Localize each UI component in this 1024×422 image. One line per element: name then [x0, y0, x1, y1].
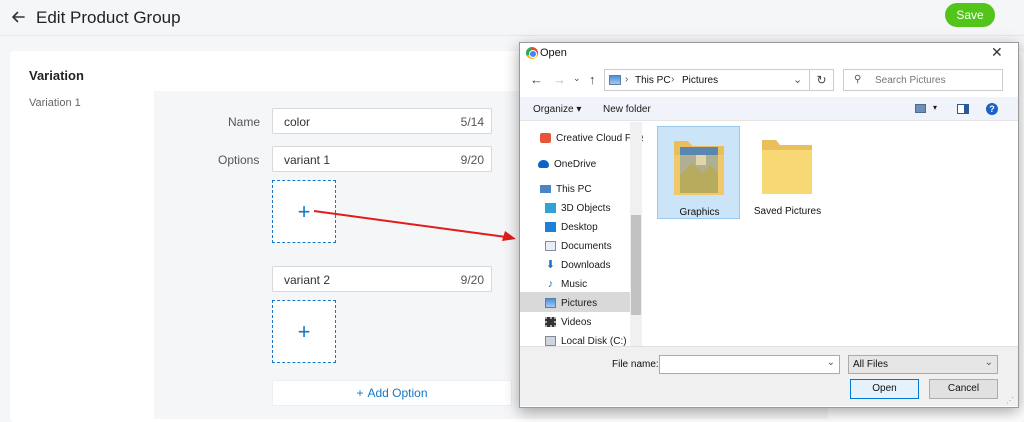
option-field-1[interactable]: variant 1 9/20	[272, 146, 492, 172]
file-type-select[interactable]: All Files ⌄	[848, 355, 998, 374]
nav-item-label: OneDrive	[554, 158, 597, 170]
nav-item-label: This PC	[556, 183, 592, 195]
open-button[interactable]: Open	[850, 379, 919, 399]
chrome-icon	[526, 47, 538, 59]
nav-item-onedrive[interactable]: OneDrive	[538, 156, 596, 172]
file-type-value: All Files	[853, 359, 889, 370]
name-label: Name	[228, 115, 261, 129]
downloads-icon: ⬇	[545, 259, 556, 271]
cancel-button[interactable]: Cancel	[929, 379, 998, 399]
breadcrumb-pictures[interactable]: Pictures	[682, 75, 718, 86]
3d-objects-icon	[545, 203, 556, 213]
close-icon[interactable]: ✕	[991, 44, 1003, 61]
forward-nav-icon[interactable]: →	[553, 72, 566, 87]
file-name-label: File name:	[612, 359, 659, 370]
file-item-graphics[interactable]: Graphics	[657, 126, 740, 219]
option-char-count: 9/20	[460, 153, 484, 167]
option-char-count: 9/20	[460, 273, 484, 287]
folder-icon	[762, 140, 812, 194]
videos-icon	[545, 317, 556, 327]
option-field-2[interactable]: variant 2 9/20	[272, 266, 492, 292]
back-arrow-icon[interactable]	[9, 8, 27, 26]
file-name-input[interactable]: ⌄	[659, 355, 840, 374]
view-options-icon[interactable]	[915, 104, 926, 113]
local-disk-icon	[545, 336, 556, 346]
new-folder-button[interactable]: New folder	[603, 104, 651, 115]
name-char-count: 5/14	[460, 115, 484, 129]
pictures-folder-icon	[609, 75, 621, 85]
page-title: Edit Product Group	[36, 8, 181, 27]
breadcrumb-separator: ›	[671, 74, 675, 85]
search-placeholder: Search Pictures	[875, 75, 946, 86]
nav-item-label: 3D Objects	[561, 202, 611, 214]
resize-grip-icon[interactable]: ⋰	[1006, 396, 1014, 405]
annotation-arrow	[313, 210, 516, 241]
onedrive-icon	[538, 160, 549, 168]
creative-cloud-icon	[540, 133, 551, 143]
add-option-label: Add Option	[367, 386, 428, 400]
nav-item-downloads[interactable]: ⬇ Downloads	[545, 257, 611, 273]
back-nav-icon[interactable]: ←	[530, 72, 543, 87]
breadcrumb-this-pc[interactable]: This PC	[635, 75, 671, 86]
nav-item-label: Pictures	[561, 297, 598, 309]
nav-item-label: Documents	[561, 240, 612, 252]
this-pc-icon	[540, 185, 551, 193]
up-nav-icon[interactable]: ↑	[589, 72, 596, 87]
desktop-icon	[545, 222, 556, 232]
nav-scrollbar-thumb[interactable]	[631, 215, 641, 315]
organize-button[interactable]: Organize ▾	[533, 104, 581, 115]
nav-item-label: Music	[561, 278, 588, 290]
plus-icon: +	[297, 318, 311, 344]
nav-item-music[interactable]: ♪ Music	[545, 276, 587, 292]
chevron-down-icon[interactable]: ⌄	[793, 73, 802, 86]
chevron-down-icon: ⌄	[984, 357, 993, 368]
image-upload-2[interactable]: +	[272, 300, 336, 363]
options-label: Options	[218, 153, 260, 167]
refresh-icon[interactable]: ↻	[810, 69, 834, 91]
name-field[interactable]: color 5/14	[272, 108, 492, 134]
file-label: Saved Pictures	[753, 206, 822, 217]
nav-item-label: Desktop	[561, 221, 598, 233]
save-button[interactable]: Save	[945, 3, 995, 27]
nav-item-this-pc[interactable]: This PC	[540, 181, 592, 197]
chevron-down-icon[interactable]: ⌄	[573, 73, 581, 84]
folder-icon	[674, 141, 724, 195]
option-value: variant 1	[284, 153, 331, 167]
variation-label: Variation 1	[29, 97, 81, 109]
chevron-down-icon[interactable]: ⌄	[827, 357, 835, 368]
nav-item-videos[interactable]: Videos	[545, 314, 591, 330]
preview-pane-icon[interactable]	[957, 104, 969, 114]
breadcrumb-separator: ›	[625, 74, 629, 85]
nav-item-desktop[interactable]: Desktop	[545, 219, 598, 235]
nav-item-label: Videos	[561, 316, 592, 328]
nav-item-pictures[interactable]: Pictures	[545, 295, 597, 311]
pictures-icon	[545, 298, 556, 308]
chevron-down-icon[interactable]: ▾	[933, 103, 937, 112]
search-icon: ⚲	[854, 74, 862, 85]
option-value: variant 2	[284, 273, 331, 287]
file-item-saved-pictures[interactable]: Saved Pictures	[746, 126, 829, 219]
search-input[interactable]: ⚲ Search Pictures	[843, 69, 1003, 91]
plus-icon: +	[356, 386, 364, 400]
help-icon[interactable]: ?	[986, 103, 998, 115]
dialog-toolbar	[520, 97, 1018, 121]
music-icon: ♪	[547, 278, 554, 290]
nav-item-label: Local Disk (C:)	[561, 335, 627, 347]
nav-item-documents[interactable]: Documents	[545, 238, 612, 254]
documents-icon	[545, 241, 556, 251]
file-label: Graphics	[679, 207, 720, 218]
dialog-title: Open	[540, 47, 567, 59]
address-bar[interactable]: › This PC › Pictures ⌄	[604, 69, 810, 91]
add-option-button[interactable]: + Add Option	[272, 380, 512, 406]
nav-item-label: Downloads	[561, 259, 611, 271]
name-value: color	[284, 115, 311, 129]
variation-section-title: Variation	[29, 68, 84, 83]
nav-item-3d-objects[interactable]: 3D Objects	[545, 200, 610, 216]
